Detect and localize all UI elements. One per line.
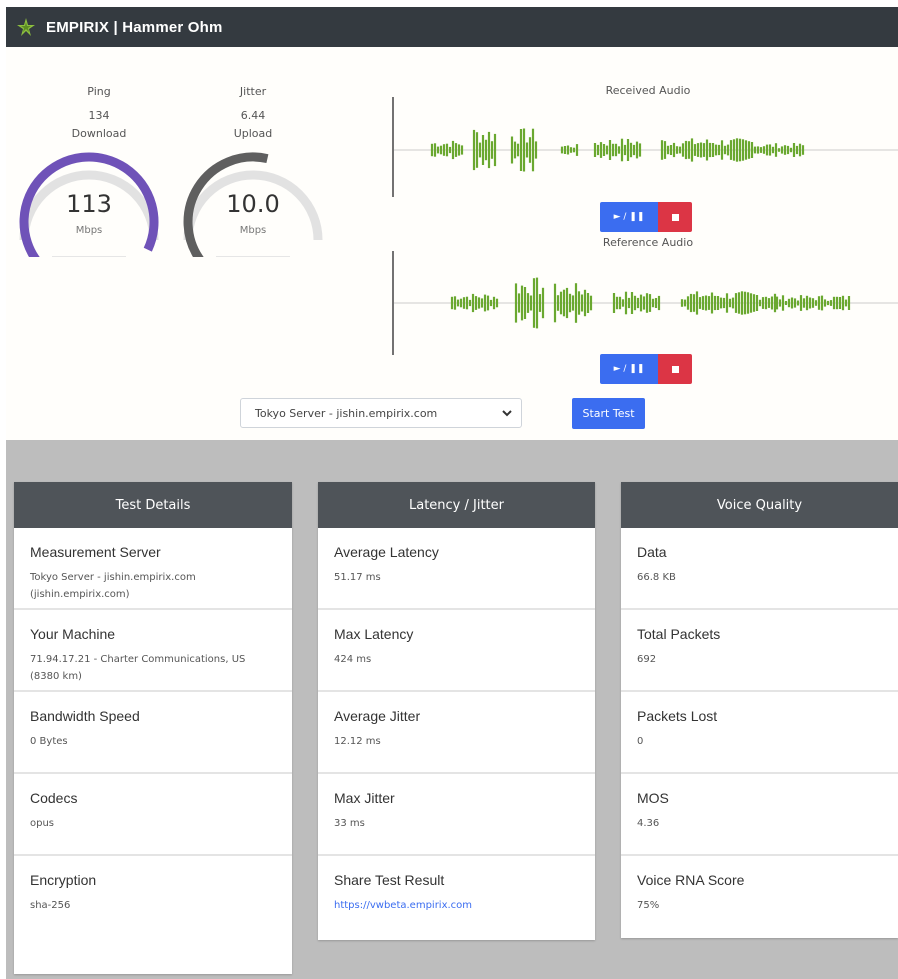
ping-value: 134 bbox=[88, 109, 110, 122]
item-value: 12.12 ms bbox=[334, 736, 381, 747]
item-title: Share Test Result bbox=[334, 872, 445, 888]
packets-lost-item: Packets Lost 0 bbox=[621, 692, 898, 774]
item-title: MOS bbox=[637, 790, 669, 806]
average-jitter-item: Average Jitter 12.12 ms bbox=[318, 692, 595, 774]
item-value: 0 bbox=[637, 736, 644, 747]
voice-rna-score-item: Voice RNA Score 75% bbox=[621, 856, 898, 938]
item-value: sha-256 bbox=[30, 900, 71, 911]
item-value: 66.8 KB bbox=[637, 572, 676, 583]
encryption-item: Encryption sha-256 bbox=[14, 856, 292, 938]
item-title: Average Jitter bbox=[334, 708, 421, 724]
upload-unit: Mbps bbox=[239, 225, 267, 236]
start-test-button[interactable]: Start Test bbox=[572, 398, 645, 429]
voice-quality-card: Voice Quality Data 66.8 KB Total Packets… bbox=[621, 482, 898, 938]
empirix-logo-icon bbox=[17, 18, 35, 36]
download-label: Download bbox=[71, 127, 127, 140]
max-jitter-item: Max Jitter 33 ms bbox=[318, 774, 595, 856]
item-title: Average Latency bbox=[334, 544, 439, 560]
item-value: 75% bbox=[637, 900, 660, 911]
item-value: 51.17 ms bbox=[334, 572, 381, 583]
item-title: Voice RNA Score bbox=[637, 872, 745, 888]
item-value: 692 bbox=[637, 654, 657, 665]
item-value: 4.36 bbox=[637, 818, 660, 829]
bandwidth-speed-item: Bandwidth Speed 0 Bytes bbox=[14, 692, 292, 774]
item-title: Codecs bbox=[30, 790, 78, 806]
item-value: 33 ms bbox=[334, 818, 365, 829]
received-audio-waveform[interactable] bbox=[392, 97, 898, 197]
item-title: Encryption bbox=[30, 872, 97, 888]
server-select[interactable]: Tokyo Server - jishin.empirix.com bbox=[240, 398, 522, 428]
latency-jitter-card: Latency / Jitter Average Latency 51.17 m… bbox=[318, 482, 595, 940]
item-title: Data bbox=[637, 544, 667, 560]
download-unit: Mbps bbox=[75, 225, 103, 236]
item-title: Your Machine bbox=[30, 626, 116, 642]
reference-audio-label: Reference Audio bbox=[602, 236, 694, 249]
received-audio-label: Received Audio bbox=[605, 84, 691, 97]
item-value: Tokyo Server - jishin.empirix.com (jishi… bbox=[30, 572, 196, 600]
item-value: 71.94.17.21 - Charter Communications, US… bbox=[30, 654, 246, 682]
your-machine-item: Your Machine 71.94.17.21 - Charter Commu… bbox=[14, 610, 292, 692]
upload-speed-value: 10.0 bbox=[226, 190, 280, 218]
received-audio-controls: ► / ❚❚ bbox=[600, 202, 692, 232]
voice-quality-header: Voice Quality bbox=[621, 482, 898, 528]
max-latency-item: Max Latency 424 ms bbox=[318, 610, 595, 692]
reference-audio-waveform[interactable] bbox=[392, 251, 898, 355]
item-value: 0 Bytes bbox=[30, 736, 68, 747]
test-area: Ping 134 Download Jitter 6.44 Upload 113… bbox=[6, 47, 898, 440]
data-item: Data 66.8 KB bbox=[621, 528, 898, 610]
chevron-down-icon bbox=[502, 410, 512, 417]
item-value: opus bbox=[30, 818, 55, 829]
received-stop-button[interactable] bbox=[658, 202, 692, 232]
jitter-label: Jitter bbox=[239, 85, 267, 98]
stop-icon bbox=[671, 365, 679, 373]
item-title: Packets Lost bbox=[637, 708, 718, 724]
mos-item: MOS 4.36 bbox=[621, 774, 898, 856]
item-title: Bandwidth Speed bbox=[30, 708, 140, 724]
item-title: Measurement Server bbox=[30, 544, 161, 560]
reference-stop-button[interactable] bbox=[658, 354, 692, 384]
test-details-header: Test Details bbox=[14, 482, 292, 528]
average-latency-item: Average Latency 51.17 ms bbox=[318, 528, 595, 610]
download-speed-value: 113 bbox=[66, 190, 112, 218]
share-result-link[interactable]: https://vwbeta.empirix.com bbox=[334, 897, 579, 914]
reference-audio-controls: ► / ❚❚ bbox=[600, 354, 692, 384]
ping-label: Ping bbox=[87, 85, 111, 98]
item-title: Total Packets bbox=[637, 626, 721, 642]
test-details-card: Test Details Measurement Server Tokyo Se… bbox=[14, 482, 292, 974]
measurement-server-item: Measurement Server Tokyo Server - jishin… bbox=[14, 528, 292, 610]
upload-label: Upload bbox=[233, 127, 273, 140]
received-play-pause-button[interactable]: ► / ❚❚ bbox=[600, 202, 658, 232]
total-packets-item: Total Packets 692 bbox=[621, 610, 898, 692]
latency-jitter-header: Latency / Jitter bbox=[318, 482, 595, 528]
top-navbar: EMPIRIX | Hammer Ohm bbox=[6, 7, 898, 47]
share-test-result-item: Share Test Result https://vwbeta.empirix… bbox=[318, 856, 595, 938]
server-select-value: Tokyo Server - jishin.empirix.com bbox=[255, 406, 438, 420]
reference-play-pause-button[interactable]: ► / ❚❚ bbox=[600, 354, 658, 384]
item-value: 424 ms bbox=[334, 654, 372, 665]
jitter-value: 6.44 bbox=[240, 109, 266, 122]
item-title: Max Jitter bbox=[334, 790, 395, 806]
codecs-item: Codecs opus bbox=[14, 774, 292, 856]
item-title: Max Latency bbox=[334, 626, 414, 642]
app-title[interactable]: EMPIRIX | Hammer Ohm bbox=[46, 19, 223, 36]
stop-icon bbox=[671, 213, 679, 221]
